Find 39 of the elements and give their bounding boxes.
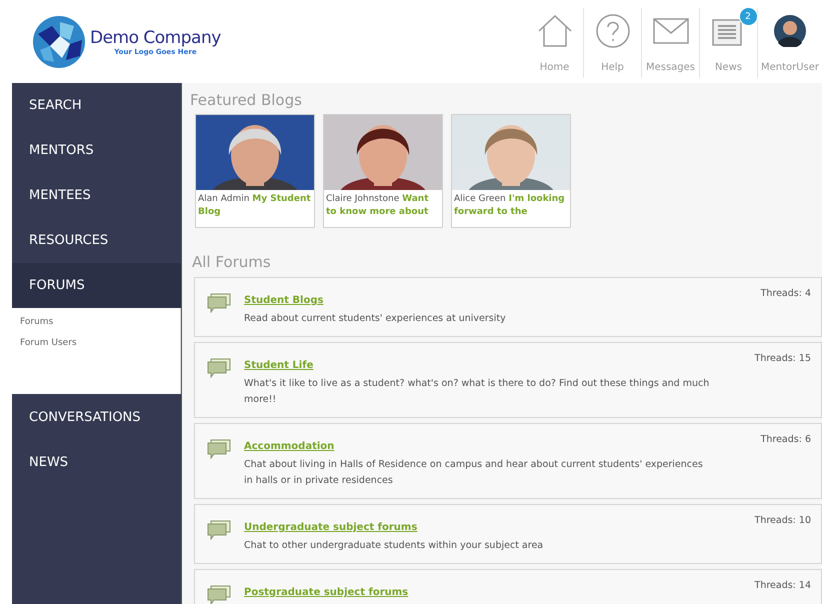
help-icon	[596, 14, 630, 48]
chat-icon	[207, 358, 231, 378]
nav-item[interactable]: 2 News	[699, 8, 757, 78]
sidebar-item[interactable]: FORUMS	[12, 263, 181, 308]
sidebar-item[interactable]: MENTEES	[12, 173, 181, 218]
avatar-icon	[774, 15, 806, 47]
blog-card[interactable]: Alice Green I'm looking forward to the	[451, 114, 571, 228]
submenu-item[interactable]: Forum Users	[20, 333, 172, 354]
forum-description: Chat to other undergraduate students within your subject area	[244, 539, 544, 553]
thread-count: Threads: 4	[760, 288, 811, 299]
notification-badge: 2	[738, 7, 758, 26]
forum-description: What's it like to live as a student? what's on? what is there to do? Find out these things and much more!!	[244, 377, 710, 407]
sidebar-item[interactable]: SEARCH	[12, 83, 181, 128]
mail-icon	[652, 18, 688, 44]
forum-description: Chat about living in Halls of Residence on campus and hear about current students' experiences in halls or in private residences	[244, 458, 704, 488]
sidebar-item[interactable]: RESOURCES	[12, 218, 181, 263]
chat-icon	[207, 293, 231, 313]
thread-count: Threads: 6	[760, 434, 811, 445]
blog-card[interactable]: Claire Johnstone Want to know more about	[323, 114, 443, 228]
blog-caption: Alice Green I'm looking forward to the	[454, 193, 566, 219]
chat-icon	[207, 439, 231, 459]
chat-icon	[207, 520, 231, 540]
thread-count: Threads: 15	[754, 353, 811, 364]
section-title: Featured Blogs	[190, 91, 303, 109]
company-name: Demo Company	[90, 28, 221, 48]
section-title: All Forums	[192, 253, 272, 271]
thread-count: Threads: 10	[754, 515, 811, 526]
logo-icon	[30, 14, 88, 70]
sidebar-item[interactable]: MENTORS	[12, 128, 181, 173]
forum-description: Read about current students' experiences at university	[244, 312, 507, 326]
thread-count: Threads: 14	[754, 580, 811, 591]
sidebar-item[interactable]: NEWS	[12, 440, 181, 485]
blog-card[interactable]: Alan Admin My Student Blog	[195, 114, 315, 228]
home-icon	[538, 15, 572, 47]
chat-icon	[207, 585, 231, 604]
blog-caption: Alan Admin My Student Blog	[198, 193, 312, 219]
blog-caption: Claire Johnstone Want to know more about	[326, 193, 430, 219]
submenu-item[interactable]: Forums	[20, 312, 172, 333]
sidebar-item[interactable]: CONVERSATIONS	[12, 395, 181, 440]
